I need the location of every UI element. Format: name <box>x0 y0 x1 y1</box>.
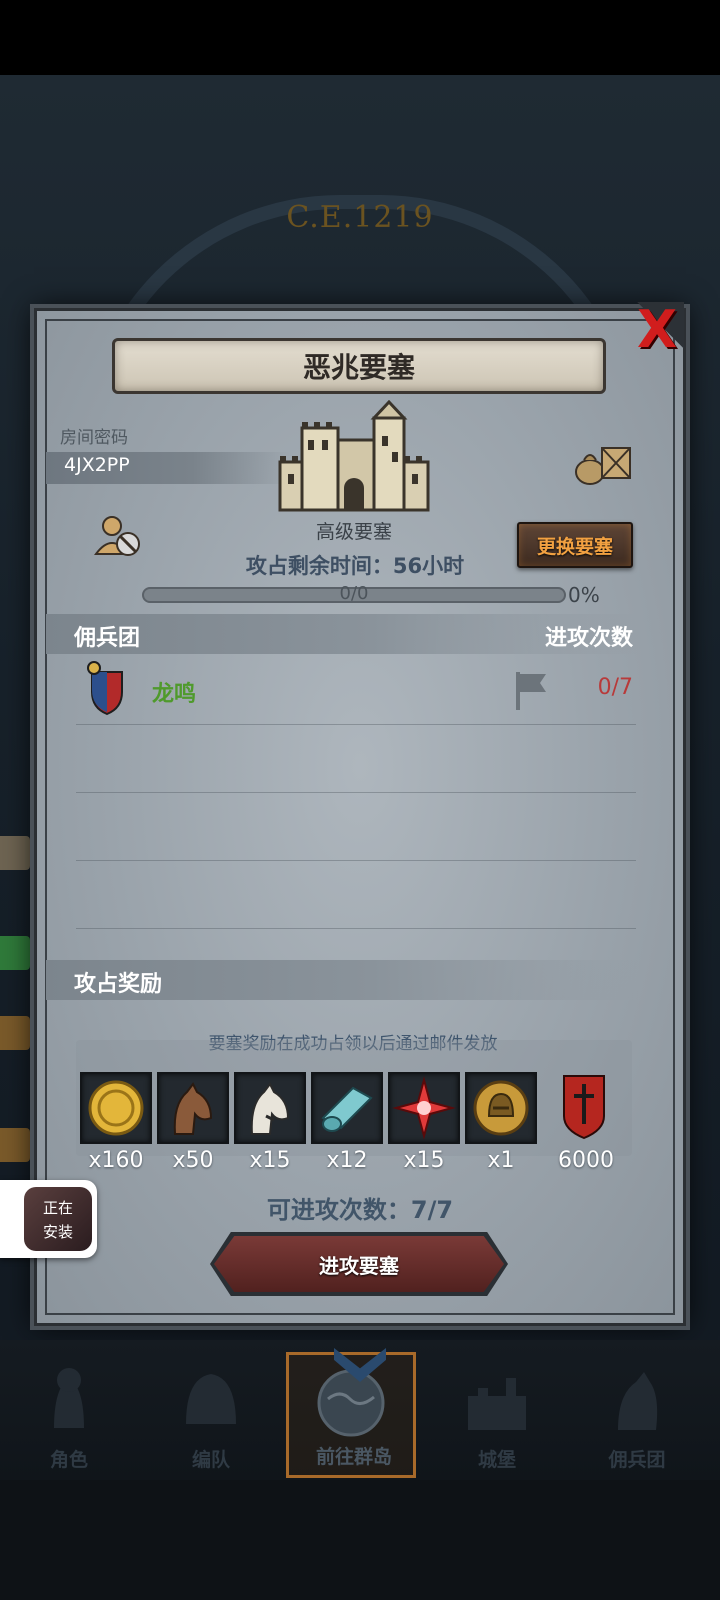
mercenary-header-title: 佣兵团 <box>74 626 141 651</box>
capture-progress-percent: 0% <box>568 583 600 607</box>
close-icon[interactable]: X <box>633 304 681 356</box>
flag-icon <box>516 672 546 710</box>
knight-icon <box>54 1368 84 1428</box>
attempts-remaining: 可进攻次数：7/7 <box>266 1196 454 1224</box>
side-tab <box>0 1016 30 1050</box>
nav-label: 前往群岛 <box>315 1446 392 1468</box>
reward-item[interactable]: 6000 <box>550 1072 622 1173</box>
side-tab <box>0 1128 30 1162</box>
rewards-title: 攻占奖励 <box>74 972 163 997</box>
nav-label: 佣兵团 <box>608 1449 666 1471</box>
installing-line-2: 安装 <box>42 1223 73 1241</box>
fortress-level-label: 高级要塞 <box>315 521 392 543</box>
nav-item-formation[interactable]: 编队 <box>146 1352 276 1478</box>
installing-text: 正在 安装 <box>24 1196 92 1244</box>
attack-fortress-button[interactable]: 进攻要塞 <box>214 1236 504 1292</box>
reward-item[interactable]: x160 <box>80 1072 152 1173</box>
red-star-icon <box>392 1076 456 1140</box>
capture-progress-text: 0/0 <box>339 583 369 604</box>
reward-item[interactable]: x1 <box>465 1072 537 1173</box>
castle-icon <box>278 400 430 512</box>
reward-quantity: x15 <box>403 1148 445 1173</box>
helmet-icon <box>186 1374 236 1424</box>
reward-quantity: x12 <box>326 1148 368 1173</box>
reward-quantity: x50 <box>172 1148 214 1173</box>
status-bar <box>0 0 720 75</box>
row-divider <box>76 724 636 725</box>
row-divider <box>76 860 636 861</box>
side-tab <box>0 836 30 870</box>
nav-label: 角色 <box>49 1449 88 1471</box>
mercenary-attack-count: 0/7 <box>597 675 633 700</box>
mercenary-nav-icon <box>618 1372 658 1430</box>
brown-horse-icon <box>173 1082 213 1135</box>
castle-nav-icon <box>468 1378 526 1430</box>
nav-label: 编队 <box>191 1449 230 1471</box>
attack-count-header: 进攻次数 <box>544 626 633 651</box>
side-tab <box>0 936 30 970</box>
nav-item-character[interactable]: 角色 <box>4 1352 134 1478</box>
reward-quantity: x160 <box>88 1148 144 1173</box>
gold-coin-icon <box>88 1080 144 1136</box>
row-divider <box>76 928 636 929</box>
reward-quantity: x1 <box>487 1148 515 1173</box>
dialog-title: 恶兆要塞 <box>112 338 606 394</box>
reward-quantity: x15 <box>249 1148 291 1173</box>
installing-line-1: 正在 <box>42 1199 73 1217</box>
hide-member-icon[interactable] <box>94 514 142 560</box>
supply-crate-icon[interactable] <box>572 440 634 486</box>
nav-item-mercenary[interactable]: 佣兵团 <box>572 1352 702 1478</box>
knight-helmet-medal-icon <box>473 1080 529 1136</box>
guild-emblem-icon <box>87 661 123 716</box>
nav-label: 城堡 <box>477 1449 516 1471</box>
footer-background <box>0 1480 720 1600</box>
reward-quantity: 6000 <box>558 1148 614 1173</box>
capture-time-remaining: 攻占剩余时间：56小时 <box>245 554 465 578</box>
reward-item[interactable]: x12 <box>311 1072 383 1173</box>
guild-banner-icon <box>563 1075 605 1140</box>
reward-item[interactable]: x15 <box>388 1072 460 1173</box>
room-password-label: 房间密码 <box>60 428 128 448</box>
reward-item[interactable]: x50 <box>157 1072 229 1173</box>
mercenary-name[interactable]: 龙鸣 <box>152 676 196 708</box>
cloth-roll-icon <box>321 1086 373 1132</box>
row-divider <box>76 792 636 793</box>
room-code[interactable]: 4JX2PP <box>64 454 130 476</box>
white-horse-icon <box>250 1082 290 1135</box>
era-label: C.E.1219 <box>286 200 434 235</box>
reward-item[interactable]: x15 <box>234 1072 306 1173</box>
nav-item-castle[interactable]: 城堡 <box>432 1352 562 1478</box>
